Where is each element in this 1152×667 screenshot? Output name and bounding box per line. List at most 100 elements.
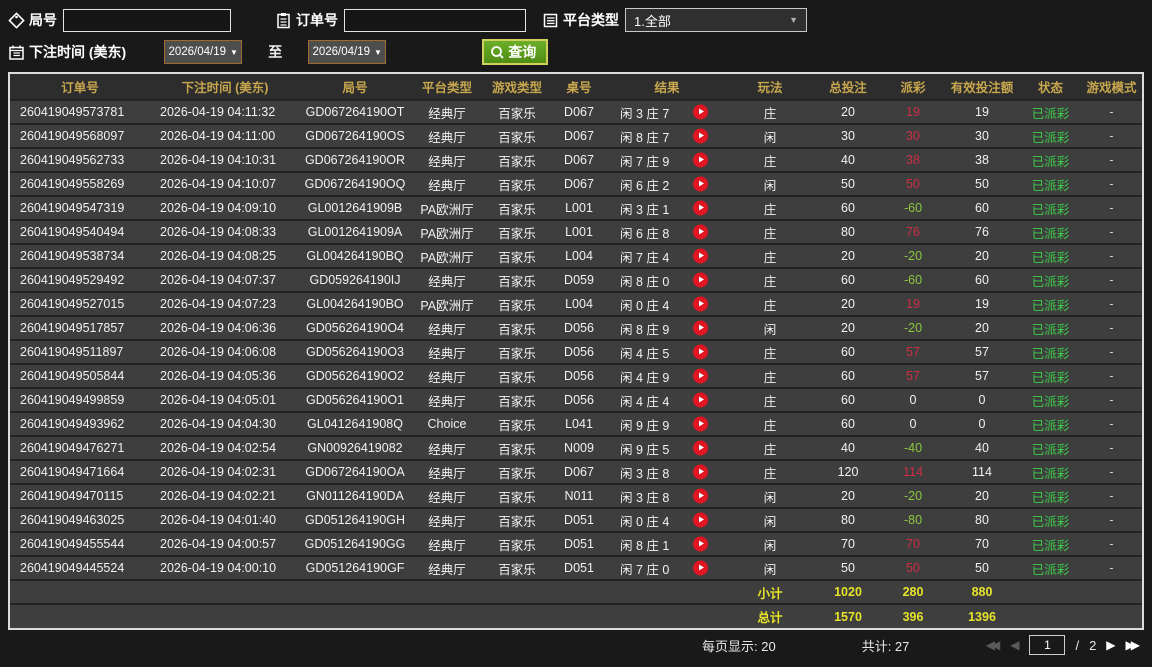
- date-from-picker[interactable]: 2026/04/19 ▼: [164, 40, 243, 64]
- play-icon[interactable]: [693, 536, 708, 552]
- play-icon[interactable]: [693, 464, 708, 480]
- game-type-cell: 百家乐: [484, 435, 550, 460]
- game-no-input[interactable]: [63, 8, 231, 32]
- result-text: 闲 6 庄 8: [620, 226, 670, 241]
- status-cell: 已派彩: [1020, 435, 1081, 460]
- platform-type-select[interactable]: 1.全部 ▼: [625, 8, 807, 32]
- platform-cell: 经典厅: [410, 483, 484, 508]
- game-mode-cell: -: [1081, 483, 1142, 508]
- result-cell: 闲 0 庄 4: [608, 291, 726, 316]
- result-cell: 闲 7 庄 9: [608, 147, 726, 172]
- game-type-cell: 百家乐: [484, 219, 550, 244]
- first-page-icon[interactable]: ◀◀: [986, 639, 1001, 651]
- total-bet-cell: 60: [814, 363, 882, 388]
- query-button[interactable]: 查询: [482, 39, 549, 65]
- play-icon[interactable]: [693, 176, 708, 192]
- total-bet-cell: 30: [814, 123, 882, 148]
- game-mode-cell: -: [1081, 363, 1142, 388]
- column-header: 局号: [300, 74, 410, 100]
- order-no-input[interactable]: [344, 8, 526, 32]
- table-row: 260419049445524 2026-04-19 04:00:10 GD05…: [10, 555, 1142, 580]
- valid-bet-cell: 70: [944, 531, 1020, 556]
- result-cell: 闲 9 庄 5: [608, 435, 726, 460]
- game-type-cell: 百家乐: [484, 387, 550, 412]
- result-cell: 闲 8 庄 7: [608, 123, 726, 148]
- game-no-cell: GD051264190GG: [300, 531, 410, 556]
- play-icon[interactable]: [693, 152, 708, 168]
- play-icon[interactable]: [693, 224, 708, 240]
- play-icon[interactable]: [693, 392, 708, 408]
- play-icon[interactable]: [693, 272, 708, 288]
- play-icon[interactable]: [693, 104, 708, 120]
- platform-cell: 经典厅: [410, 171, 484, 196]
- payout-cell: -80: [882, 507, 944, 532]
- play-icon[interactable]: [693, 440, 708, 456]
- platform-cell: Choice: [410, 411, 484, 436]
- play-type-cell: 闲: [726, 555, 814, 580]
- game-type-cell: 百家乐: [484, 483, 550, 508]
- next-page-icon[interactable]: ▶: [1106, 639, 1115, 651]
- total-bet-cell: 50: [814, 555, 882, 580]
- play-icon[interactable]: [693, 320, 708, 336]
- status-cell: 已派彩: [1020, 243, 1081, 268]
- play-icon[interactable]: [693, 512, 708, 528]
- table-no-cell: D059: [550, 267, 608, 292]
- play-icon[interactable]: [693, 200, 708, 216]
- bet-time-cell: 2026-04-19 04:04:30: [150, 411, 300, 436]
- result-cell: 闲 8 庄 0: [608, 267, 726, 292]
- platform-cell: 经典厅: [410, 363, 484, 388]
- valid-bet-cell: 80: [944, 507, 1020, 532]
- game-type-cell: 百家乐: [484, 555, 550, 580]
- status-cell: 已派彩: [1020, 291, 1081, 316]
- game-mode-cell: -: [1081, 411, 1142, 436]
- play-icon[interactable]: [693, 488, 708, 504]
- game-mode-cell: -: [1081, 459, 1142, 484]
- table-no-cell: D056: [550, 339, 608, 364]
- subtotal-payout: 280: [882, 579, 944, 604]
- valid-bet-cell: 60: [944, 267, 1020, 292]
- bet-time-cell: 2026-04-19 04:10:31: [150, 147, 300, 172]
- game-no-cell: GN00926419082: [300, 435, 410, 460]
- game-no-cell: GD067264190OR: [300, 147, 410, 172]
- query-button-label: 查询: [508, 44, 537, 60]
- table-row: 260419049471664 2026-04-19 04:02:31 GD06…: [10, 459, 1142, 484]
- play-icon[interactable]: [693, 560, 708, 576]
- game-mode-cell: -: [1081, 555, 1142, 580]
- result-text: 闲 3 庄 1: [620, 202, 670, 217]
- column-header: 游戏模式: [1081, 74, 1142, 100]
- bet-time-cell: 2026-04-19 04:01:40: [150, 507, 300, 532]
- game-no-cell: GL0012641909B: [300, 195, 410, 220]
- play-icon[interactable]: [693, 344, 708, 360]
- result-cell: 闲 9 庄 9: [608, 411, 726, 436]
- play-type-cell: 闲: [726, 507, 814, 532]
- game-no-cell: GD067264190OA: [300, 459, 410, 484]
- valid-bet-cell: 0: [944, 387, 1020, 412]
- table-no-cell: L004: [550, 243, 608, 268]
- play-type-cell: 闲: [726, 123, 814, 148]
- column-header: 派彩: [882, 74, 944, 100]
- total-bet-cell: 120: [814, 459, 882, 484]
- play-icon[interactable]: [693, 416, 708, 432]
- chevron-down-icon: ▼: [789, 15, 798, 25]
- order-no-cell: 260419049470115: [10, 483, 150, 508]
- page-number-input[interactable]: [1029, 635, 1066, 655]
- prev-page-icon[interactable]: ◀: [1010, 639, 1019, 651]
- last-page-icon[interactable]: ▶▶: [1126, 639, 1141, 651]
- valid-bet-cell: 0: [944, 411, 1020, 436]
- valid-bet-cell: 76: [944, 219, 1020, 244]
- platform-cell: PA欧洲厅: [410, 219, 484, 244]
- subtotal-label: 小计: [726, 579, 814, 604]
- payout-cell: -60: [882, 267, 944, 292]
- total-pages-label: 2: [1089, 637, 1097, 653]
- result-cell: 闲 8 庄 1: [608, 531, 726, 556]
- tag-icon: [8, 11, 25, 29]
- total-bet-cell: 20: [814, 315, 882, 340]
- game-no-cell: GD051264190GF: [300, 555, 410, 580]
- total-bet-cell: 50: [814, 171, 882, 196]
- play-icon[interactable]: [693, 296, 708, 312]
- play-icon[interactable]: [693, 368, 708, 384]
- play-icon[interactable]: [693, 128, 708, 144]
- table-no-cell: L001: [550, 219, 608, 244]
- date-to-picker[interactable]: 2026/04/19 ▼: [308, 40, 387, 64]
- play-icon[interactable]: [693, 248, 708, 264]
